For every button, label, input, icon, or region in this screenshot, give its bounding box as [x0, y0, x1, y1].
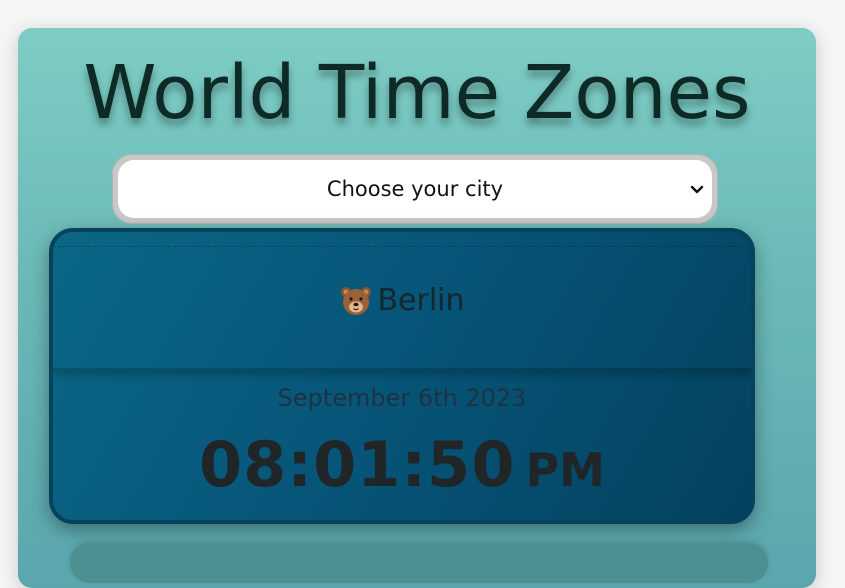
city-select[interactable]: Choose your city [118, 160, 712, 218]
city-select-frame: Choose your city [112, 154, 718, 224]
date-text: September 6th 2023 [277, 384, 527, 412]
time-text: 08:01:50 [199, 428, 516, 501]
city-select-label: Choose your city [326, 177, 504, 201]
bear-icon [341, 287, 372, 315]
clock-card: Berlin September 6th 2023 08:01:50 PM [49, 228, 755, 524]
next-card-edge [70, 543, 768, 583]
card-header: Berlin [53, 232, 751, 369]
page-title: World Time Zones [83, 50, 751, 136]
time-display: 08:01:50 PM [53, 428, 751, 501]
city-name: Berlin [377, 282, 465, 318]
ampm-text: PM [525, 443, 605, 497]
chevron-down-icon [690, 185, 704, 194]
